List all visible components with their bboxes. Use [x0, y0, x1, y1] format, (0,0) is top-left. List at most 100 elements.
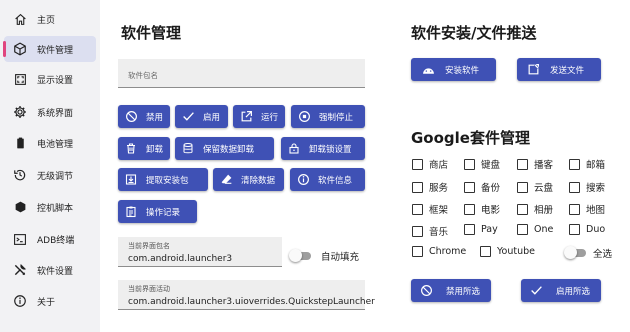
checkbox-photos[interactable]: 相册 — [517, 202, 553, 216]
sidebar-item-label: 软件设置 — [37, 266, 74, 277]
checkbox-movies[interactable]: 电影 — [464, 202, 500, 216]
autofill-switch[interactable] — [289, 249, 311, 262]
checkbox-one[interactable]: One — [517, 224, 553, 235]
checkbox-mail[interactable]: 邮箱 — [569, 157, 605, 171]
lock-icon — [287, 142, 301, 156]
history-icon — [12, 167, 28, 183]
eraser-icon — [219, 173, 233, 187]
download-box-icon — [124, 173, 138, 187]
extract-apk-button[interactable]: 提取安装包 — [118, 168, 208, 191]
app-info-label: 软件信息 — [318, 175, 353, 186]
clear-data-button[interactable]: 清除数据 — [213, 168, 284, 191]
sidebar-item-stepless[interactable]: 无级调节 — [4, 162, 96, 188]
checkbox-label: 商店 — [429, 160, 449, 171]
uninstall-lock-button[interactable]: 卸载锁设置 — [281, 137, 365, 160]
run-button[interactable]: 运行 — [233, 105, 285, 128]
checkbox-framework[interactable]: 框架 — [412, 202, 448, 216]
uninstall-label: 卸载 — [146, 144, 164, 155]
select-all-switch[interactable] — [564, 246, 586, 259]
sidebar-item-label: 无级调节 — [37, 171, 74, 182]
disable-selected-label: 禁用所选 — [446, 286, 481, 297]
home-icon — [12, 11, 28, 27]
database-icon — [181, 142, 195, 156]
sidebar-item-app-settings[interactable]: 软件设置 — [4, 257, 96, 283]
current-package-field[interactable]: 当前界面包名 com.android.launcher3 — [118, 237, 282, 267]
sidebar-item-display[interactable]: 显示设置 — [4, 66, 96, 92]
sidebar-item-label: 系统界面 — [37, 108, 74, 119]
autofill-toggle[interactable]: 自动填充 — [289, 249, 360, 263]
checkbox-podcasts[interactable]: 播客 — [517, 157, 553, 171]
sidebar-item-system-ui[interactable]: 系统界面 — [4, 99, 96, 125]
checkbox-duo[interactable]: Duo — [569, 224, 605, 235]
current-package-caption: 当前界面包名 — [128, 242, 170, 250]
sidebar: 主页 软件管理 显示设置 系统界面 电池管理 无级调节 控机脚本 ADB终端 软… — [0, 0, 100, 332]
sidebar-item-scripts[interactable]: 控机脚本 — [4, 194, 96, 220]
checkbox-label: Youtube — [497, 246, 535, 257]
sidebar-item-label: 软件管理 — [37, 45, 74, 56]
display-icon — [12, 71, 28, 87]
checkbox-backup[interactable]: 备份 — [464, 180, 500, 194]
select-all-label: 全选 — [593, 249, 613, 260]
checkbox-pay[interactable]: Pay — [464, 224, 498, 235]
checkbox-label: Duo — [586, 224, 606, 235]
disable-button[interactable]: 禁用 — [118, 105, 170, 128]
disable-label: 禁用 — [146, 112, 164, 123]
checkbox-label: 音乐 — [429, 227, 449, 238]
push-file-button[interactable]: 发送文件 — [517, 58, 601, 81]
checkbox-label: 备份 — [481, 183, 501, 194]
battery-icon — [12, 135, 28, 151]
checkbox-services[interactable]: 服务 — [412, 180, 448, 194]
check-icon — [181, 110, 195, 124]
enable-selected-button[interactable]: 启用所选 — [521, 279, 601, 302]
sidebar-item-adb-terminal[interactable]: ADB终端 — [4, 226, 96, 252]
file-send-icon — [526, 63, 540, 77]
enable-label: 启用 — [203, 112, 221, 123]
sidebar-item-software[interactable]: 软件管理 — [3, 36, 96, 62]
check-icon — [529, 284, 543, 298]
checkbox-youtube[interactable]: Youtube — [480, 246, 535, 257]
checkbox-chrome[interactable]: Chrome — [412, 246, 466, 257]
block-icon — [419, 284, 433, 298]
sidebar-item-home[interactable]: 主页 — [4, 6, 96, 32]
checkbox-label: Chrome — [429, 246, 467, 257]
block-icon — [124, 110, 138, 124]
package-name-placeholder: 软件包名 — [128, 71, 158, 80]
checkbox-label: 地图 — [586, 205, 606, 216]
operation-log-button[interactable]: 操作记录 — [118, 200, 197, 223]
checkbox-music[interactable]: 音乐 — [412, 224, 448, 238]
extract-apk-label: 提取安装包 — [146, 175, 189, 186]
disable-selected-button[interactable]: 禁用所选 — [411, 279, 491, 302]
uninstall-button[interactable]: 卸载 — [118, 137, 170, 160]
keep-data-uninstall-button[interactable]: 保留数据卸载 — [175, 137, 274, 160]
install-app-label: 安装软件 — [445, 65, 480, 76]
info-icon — [296, 173, 310, 187]
checkbox-maps[interactable]: 地图 — [569, 202, 605, 216]
trash-icon — [124, 142, 138, 156]
checkbox-label: One — [534, 224, 554, 235]
checkbox-drive[interactable]: 云盘 — [517, 180, 553, 194]
app-info-button[interactable]: 软件信息 — [290, 168, 365, 191]
autofill-label: 自动填充 — [321, 252, 360, 263]
force-stop-button[interactable]: 强制停止 — [291, 105, 365, 128]
clipboard-list-icon — [124, 205, 138, 219]
hexagon-icon — [12, 199, 28, 215]
checkbox-search[interactable]: 搜索 — [569, 180, 605, 194]
package-icon — [12, 41, 28, 57]
checkbox-keyboard[interactable]: 键盘 — [464, 157, 500, 171]
keep-data-uninstall-label: 保留数据卸载 — [203, 144, 255, 155]
enable-button[interactable]: 启用 — [175, 105, 228, 128]
operation-log-label: 操作记录 — [146, 207, 181, 218]
install-app-button[interactable]: 安装软件 — [411, 58, 496, 81]
checkbox-label: 电影 — [481, 205, 501, 216]
google-suite-title: Google套件管理 — [411, 129, 530, 147]
sidebar-item-battery[interactable]: 电池管理 — [4, 130, 96, 156]
tools-icon — [12, 262, 28, 278]
checkbox-label: 邮箱 — [586, 160, 606, 171]
android-icon — [421, 63, 435, 77]
select-all-toggle[interactable]: 全选 — [564, 246, 613, 260]
checkbox-store[interactable]: 商店 — [412, 157, 448, 171]
current-activity-value: com.android.launcher3.uioverrides.Quicks… — [128, 297, 375, 307]
package-name-input[interactable]: 软件包名 — [118, 59, 365, 88]
sidebar-item-about[interactable]: 关于 — [4, 288, 96, 314]
current-activity-field[interactable]: 当前界面活动 com.android.launcher3.uioverrides… — [118, 280, 375, 310]
